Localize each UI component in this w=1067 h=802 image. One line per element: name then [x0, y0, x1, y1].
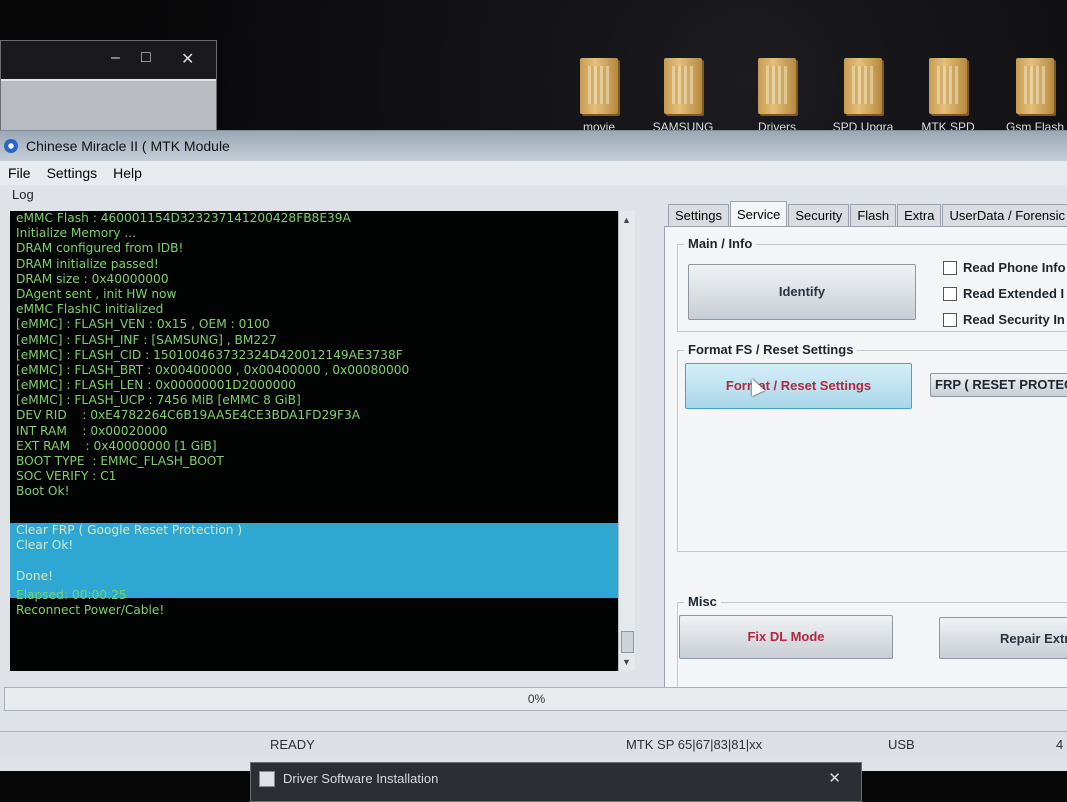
- log-line: SOC VERIFY : C1: [16, 469, 117, 484]
- service-tab-panel: Main / Info Identify Read Phone Info Rea…: [664, 226, 1067, 688]
- scroll-up-icon[interactable]: ▲: [622, 215, 631, 225]
- desktop-icon-gsm-flash[interactable]: Gsm Flash: [990, 58, 1067, 134]
- menu-bar: File Settings Help: [0, 161, 1067, 185]
- progress-bar: 0%: [4, 687, 1067, 711]
- folder-icon: [758, 58, 796, 114]
- log-scrollbar[interactable]: ▲ ▼: [618, 211, 635, 671]
- read-extended-info-checkbox[interactable]: Read Extended I: [943, 286, 1064, 301]
- close-icon[interactable]: ✕: [181, 49, 194, 69]
- status-platform: MTK SP 65|67|83|81|xx: [626, 737, 763, 752]
- tab-service[interactable]: Service: [729, 201, 788, 227]
- folder-icon: [664, 58, 702, 114]
- log-line: [eMMC] : FLASH_UCP : 7456 MiB [eMMC 8 Gi…: [16, 393, 301, 408]
- repair-extra-button[interactable]: Repair Extr: [939, 617, 1067, 659]
- tab-userdata-forensic[interactable]: UserData / Forensic: [942, 204, 1067, 227]
- checkbox-box[interactable]: [943, 260, 957, 275]
- log-line: DAgent sent , init HW now: [16, 286, 177, 301]
- log-line: [eMMC] : FLASH_BRT : 0x00400000 , 0x0040…: [16, 362, 410, 377]
- tab-flash[interactable]: Flash: [850, 204, 897, 227]
- log-line: [eMMC] : FLASH_LEN : 0x00000001D2000000: [16, 378, 296, 393]
- log-panel[interactable]: eMMC Flash : 460001154D323237141200428FB…: [10, 211, 618, 671]
- log-label: Log: [12, 187, 34, 202]
- identify-button[interactable]: Identify: [688, 264, 916, 320]
- background-window-titlebar: – □ ✕: [1, 41, 216, 79]
- log-highlight-band: Clear FRP ( Google Reset Protection ) Cle…: [10, 523, 618, 598]
- desktop-icon-movie[interactable]: movie: [554, 58, 644, 134]
- app-icon: [4, 139, 18, 153]
- fix-dl-mode-button[interactable]: Fix DL Mode: [679, 615, 893, 659]
- read-phone-info-checkbox[interactable]: Read Phone Info: [943, 260, 1066, 275]
- window-title: Chinese Miracle II ( MTK Module: [26, 138, 230, 154]
- read-security-info-checkbox[interactable]: Read Security In: [943, 312, 1065, 327]
- log-line: [eMMC] : FLASH_VEN : 0x15 , OEM : 0100: [16, 317, 270, 332]
- checkbox-label: Read Extended I: [963, 286, 1065, 301]
- tab-settings[interactable]: Settings: [668, 204, 729, 227]
- log-after-lines: Elapsed: 00:00:25 Reconnect Power/Cable!: [16, 588, 164, 618]
- window-titlebar[interactable]: Chinese Miracle II ( MTK Module: [0, 131, 1067, 161]
- misc-title: Misc: [684, 594, 721, 609]
- log-line: Elapsed: 00:00:25: [16, 588, 127, 602]
- status-state: READY: [270, 737, 315, 752]
- checkbox-label: Read Phone Info: [963, 260, 1066, 275]
- background-window: – □ ✕: [0, 40, 217, 143]
- log-line: DRAM size : 0x40000000: [16, 271, 169, 286]
- progress-text: 0%: [527, 692, 546, 706]
- format-reset-settings-button[interactable]: Format / Reset Settings: [685, 363, 912, 409]
- log-line: [eMMC] : FLASH_CID : 150100463732324D420…: [16, 347, 403, 362]
- log-line: EXT RAM : 0x40000000 [1 GiB]: [16, 438, 217, 453]
- status-bar: READY MTK SP 65|67|83|81|xx USB 4: [0, 731, 1067, 758]
- driver-install-dialog[interactable]: Driver Software Installation ✕: [250, 762, 862, 802]
- desktop-icon-samsung[interactable]: SAMSUNG: [638, 58, 728, 134]
- log-line: DEV RID : 0xE4782264C6B19AA5E4CE3BDA1FD2…: [16, 408, 361, 423]
- menu-settings[interactable]: Settings: [39, 165, 106, 181]
- log-line: Reconnect Power/Cable!: [16, 603, 165, 618]
- tab-extra[interactable]: Extra: [897, 204, 942, 227]
- folder-icon: [580, 58, 618, 114]
- log-line: eMMC FlashIC initialized: [16, 302, 164, 317]
- main-window: Chinese Miracle II ( MTK Module File Set…: [0, 130, 1067, 771]
- log-line: Done!: [16, 568, 53, 583]
- log-line: [eMMC] : FLASH_INF : [SAMSUNG] , BM227: [16, 332, 277, 347]
- main-info-title: Main / Info: [684, 236, 757, 251]
- menu-file[interactable]: File: [0, 165, 39, 181]
- status-extra: 4: [1056, 737, 1064, 752]
- log-lines: eMMC Flash : 460001154D323237141200428FB…: [10, 211, 618, 500]
- desktop-icon-spd-upgrade[interactable]: SPD Upgra: [818, 58, 908, 134]
- frp-reset-protection-button[interactable]: FRP ( RESET PROTEC: [930, 373, 1067, 397]
- driver-icon: [259, 771, 275, 787]
- log-line: Clear Ok!: [16, 538, 74, 553]
- tab-security[interactable]: Security: [788, 204, 850, 227]
- log-line: DRAM configured from IDB!: [16, 241, 184, 256]
- scroll-thumb[interactable]: [621, 631, 634, 653]
- folder-icon: [844, 58, 882, 114]
- desktop-icon-mtk-spd[interactable]: MTK SPD: [903, 58, 993, 134]
- scroll-down-icon[interactable]: ▼: [622, 657, 631, 667]
- log-line: DRAM initialize passed!: [16, 256, 159, 271]
- folder-icon: [929, 58, 967, 114]
- folder-icon: [1016, 58, 1054, 114]
- format-fs-title: Format FS / Reset Settings: [684, 342, 858, 357]
- checkbox-label: Read Security In: [963, 312, 1065, 327]
- log-line: Clear FRP ( Google Reset Protection ): [16, 523, 243, 537]
- desktop-icon-drivers[interactable]: Drivers: [732, 58, 822, 134]
- checkbox-box[interactable]: [943, 312, 957, 327]
- menu-help[interactable]: Help: [105, 165, 150, 181]
- tab-strip: Settings Service Security Flash Extra Us…: [668, 201, 1067, 227]
- log-line: INT RAM : 0x00020000: [16, 423, 168, 438]
- minimize-icon[interactable]: –: [111, 49, 120, 67]
- log-line: eMMC Flash : 460001154D323237141200428FB…: [16, 211, 351, 225]
- maximize-icon[interactable]: □: [141, 49, 151, 67]
- status-port: USB: [888, 737, 915, 752]
- driver-dialog-title: Driver Software Installation: [283, 771, 439, 786]
- log-line: BOOT TYPE : EMMC_FLASH_BOOT: [16, 454, 224, 468]
- log-line: Initialize Memory ...: [16, 226, 136, 241]
- log-line: Boot Ok!: [16, 484, 70, 499]
- close-icon[interactable]: ✕: [828, 769, 841, 787]
- checkbox-box[interactable]: [943, 286, 957, 301]
